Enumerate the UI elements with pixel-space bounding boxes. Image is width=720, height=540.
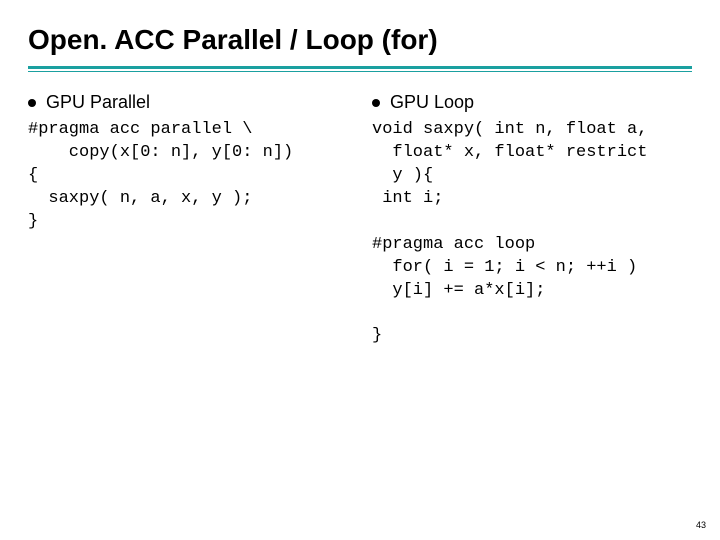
right-column: GPU Loop void saxpy( int n, float a, flo… [372,92,692,348]
right-heading: GPU Loop [390,92,474,113]
right-code-block: void saxpy( int n, float a, float* x, fl… [372,119,692,348]
rule-thin [28,71,692,72]
title-rule [28,66,692,72]
columns: GPU Parallel #pragma acc parallel \ copy… [28,92,692,348]
left-heading-row: GPU Parallel [28,92,348,113]
page-number: 43 [696,520,706,530]
rule-thick [28,66,692,69]
bullet-icon [372,99,380,107]
left-column: GPU Parallel #pragma acc parallel \ copy… [28,92,348,348]
left-heading: GPU Parallel [46,92,150,113]
right-heading-row: GPU Loop [372,92,692,113]
bullet-icon [28,99,36,107]
slide-title: Open. ACC Parallel / Loop (for) [28,24,692,56]
left-code-block: #pragma acc parallel \ copy(x[0: n], y[0… [28,119,348,234]
slide: Open. ACC Parallel / Loop (for) GPU Para… [0,0,720,540]
